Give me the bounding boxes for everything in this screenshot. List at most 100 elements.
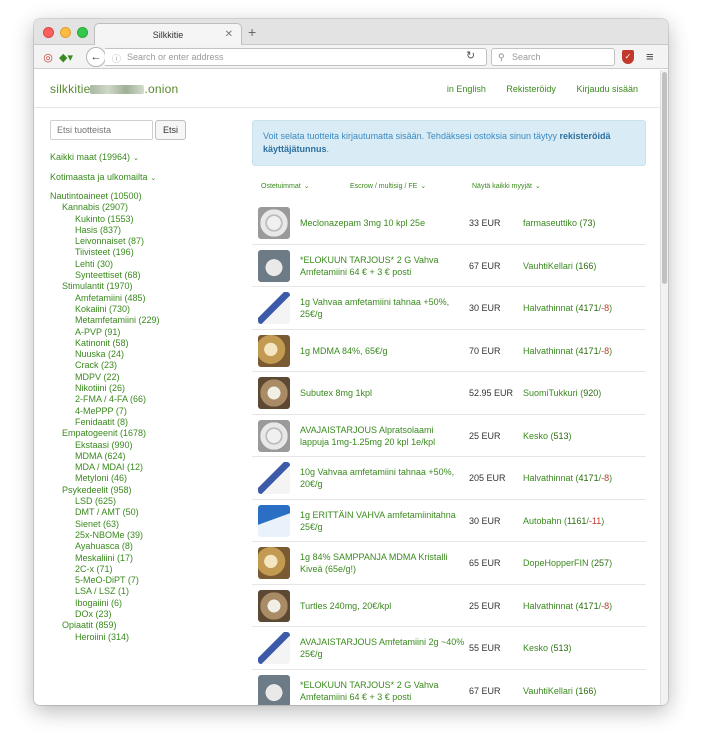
product-thumbnail[interactable] xyxy=(258,249,290,282)
category-item[interactable]: Ayahuasca (8) xyxy=(50,541,240,552)
category-item[interactable]: Crack (23) xyxy=(50,360,240,371)
product-title-link[interactable]: 1g Vahvaa amfetamiini tahnaa +50%, 25€/g xyxy=(300,287,465,329)
hamburger-menu-icon[interactable]: ≡ xyxy=(646,49,654,64)
category-item[interactable]: Fenidaatit (8) xyxy=(50,417,240,428)
category-item[interactable]: Nautintoaineet (10500) xyxy=(50,191,240,202)
category-item[interactable]: Heroiini (314) xyxy=(50,632,240,643)
sort-escrow[interactable]: Escrow / multisig / FE ⌄ xyxy=(347,180,426,190)
seller-link[interactable]: VauhtiKellari (166) xyxy=(523,245,596,287)
category-item[interactable]: DMT / AMT (50) xyxy=(50,507,240,518)
sort-sellers[interactable]: Näytä kaikki myyjät ⌄ xyxy=(469,180,541,190)
close-window-button[interactable] xyxy=(43,27,54,38)
seller-link[interactable]: Halvathinnat (4171 / -8) xyxy=(523,287,612,329)
category-item[interactable]: Kukinto (1553) xyxy=(50,214,240,225)
link-register[interactable]: Rekisteröidy xyxy=(506,84,556,94)
seller-link[interactable]: VauhtiKellari (166) xyxy=(523,670,596,706)
product-title-link[interactable]: AVAJAISTARJOUS Amfetamiini 2g ~40% 25€/g xyxy=(300,627,465,669)
category-item[interactable]: 2-FMA / 4-FA (66) xyxy=(50,394,240,405)
product-thumbnail[interactable] xyxy=(258,674,290,705)
category-item[interactable]: Ekstaasi (990) xyxy=(50,440,240,451)
category-item[interactable]: Kokaiini (730) xyxy=(50,304,240,315)
seller-link[interactable]: SuomiTukkuri (920) xyxy=(523,372,601,414)
seller-link[interactable]: farmaseuttiko (73) xyxy=(523,202,596,244)
category-item[interactable]: MDPV (22) xyxy=(50,372,240,383)
info-icon[interactable]: ⓘ xyxy=(112,51,121,67)
product-search-input[interactable] xyxy=(50,120,153,140)
product-title-link[interactable]: 1g MDMA 84%, 65€/g xyxy=(300,330,465,372)
category-item[interactable]: Hasis (837) xyxy=(50,225,240,236)
product-thumbnail[interactable] xyxy=(258,292,290,324)
category-item[interactable]: A-PVP (91) xyxy=(50,327,240,338)
category-item[interactable]: Amfetamiini (485) xyxy=(50,293,240,304)
zoom-window-button[interactable] xyxy=(77,27,88,38)
seller-link[interactable]: Halvathinnat (4171 / -8) xyxy=(523,585,612,627)
category-item[interactable]: Kannabis (2907) xyxy=(50,202,240,213)
category-item[interactable]: Nikotiini (26) xyxy=(50,383,240,394)
product-thumbnail[interactable] xyxy=(258,334,290,367)
product-title-link[interactable]: *ELOKUUN TARJOUS* 2 G Vahva Amfetamiini … xyxy=(300,245,465,287)
seller-link[interactable]: Kesko (513) xyxy=(523,415,572,457)
product-title-link[interactable]: 10g Vahvaa amfetamiini tahnaa +50%, 20€/… xyxy=(300,457,465,499)
category-item[interactable]: Leivonnaiset (87) xyxy=(50,236,240,247)
back-arrow-icon[interactable]: ← xyxy=(86,47,106,67)
tab-close-icon[interactable]: ✕ xyxy=(225,29,233,40)
product-thumbnail[interactable] xyxy=(258,504,290,537)
product-thumbnail[interactable] xyxy=(258,377,290,409)
category-item[interactable]: Nuuska (24) xyxy=(50,349,240,360)
product-title-link[interactable]: Turtles 240mg, 20€/kpl xyxy=(300,585,465,627)
origin-filter[interactable]: Kotimaasta ja ulkomailta ⌄ xyxy=(50,172,240,183)
category-item[interactable]: Stimulantit (1970) xyxy=(50,281,240,292)
category-item[interactable]: Katinonit (58) xyxy=(50,338,240,349)
category-item[interactable]: Meskaliini (17) xyxy=(50,553,240,564)
product-title-link[interactable]: AVAJAISTARJOUS Alpratsolaami lappuja 1mg… xyxy=(300,415,465,457)
product-thumbnail[interactable] xyxy=(258,207,290,239)
category-item[interactable]: Metamfetamiini (229) xyxy=(50,315,240,326)
category-item[interactable]: MDMA (624) xyxy=(50,451,240,462)
country-filter[interactable]: Kaikki maat (19964) ⌄ xyxy=(50,152,240,163)
torbutton-icon[interactable]: ◆▾ xyxy=(58,49,74,65)
category-item[interactable]: Tiivisteet (196) xyxy=(50,247,240,258)
sort-bestsellers[interactable]: Ostetuimmat ⌄ xyxy=(258,180,310,190)
link-login[interactable]: Kirjaudu sisään xyxy=(576,84,638,94)
site-logo[interactable]: silkkitie .onion xyxy=(50,82,178,96)
category-item[interactable]: MDA / MDAI (12) xyxy=(50,462,240,473)
link-english[interactable]: in English xyxy=(447,84,486,94)
category-item[interactable]: Synteettiset (68) xyxy=(50,270,240,281)
search-bar[interactable]: ⚲ Search xyxy=(491,48,615,66)
seller-link[interactable]: Halvathinnat (4171 / -8) xyxy=(523,330,612,372)
scrollbar-thumb[interactable] xyxy=(662,72,667,284)
category-item[interactable]: Psykedeelit (958) xyxy=(50,485,240,496)
seller-link[interactable]: Halvathinnat (4171 / -8) xyxy=(523,457,612,499)
category-item[interactable]: 25x-NBOMe (39) xyxy=(50,530,240,541)
product-thumbnail[interactable] xyxy=(258,589,290,622)
seller-link[interactable]: DopeHopperFIN (257) xyxy=(523,542,612,584)
product-thumbnail[interactable] xyxy=(258,419,290,452)
minimize-window-button[interactable] xyxy=(60,27,71,38)
category-item[interactable]: Empatogeenit (1678) xyxy=(50,428,240,439)
product-title-link[interactable]: Subutex 8mg 1kpl xyxy=(300,372,465,414)
category-item[interactable]: 2C-x (71) xyxy=(50,564,240,575)
category-item[interactable]: 5-MeO-DiPT (7) xyxy=(50,575,240,586)
browser-tab[interactable]: Silkkitie ✕ xyxy=(94,23,242,45)
product-thumbnail[interactable] xyxy=(258,462,290,494)
product-thumbnail[interactable] xyxy=(258,547,290,579)
noscript-shield-icon[interactable]: ✓ xyxy=(622,50,634,64)
new-tab-icon[interactable]: + xyxy=(248,24,256,40)
reload-icon[interactable]: ↻ xyxy=(466,49,475,62)
product-title-link[interactable]: 1g 84% SAMPPANJA MDMA Kristalli Kiveä (6… xyxy=(300,542,465,584)
product-title-link[interactable]: *ELOKUUN TARJOUS* 2 G Vahva Amfetamiini … xyxy=(300,670,465,706)
category-item[interactable]: Sienet (63) xyxy=(50,519,240,530)
search-button[interactable]: Etsi xyxy=(155,120,186,140)
scrollbar[interactable] xyxy=(660,70,668,705)
category-item[interactable]: Metyloni (46) xyxy=(50,473,240,484)
product-title-link[interactable]: Meclonazepam 3mg 10 kpl 25e xyxy=(300,202,465,244)
url-bar[interactable]: ⓘ Search or enter address xyxy=(105,48,487,66)
category-item[interactable]: Ibogaiini (6) xyxy=(50,598,240,609)
seller-link[interactable]: Autobahn (1161 / -11) xyxy=(523,500,604,542)
category-item[interactable]: 4-MePPP (7) xyxy=(50,406,240,417)
seller-link[interactable]: Kesko (513) xyxy=(523,627,572,669)
category-item[interactable]: LSD (625) xyxy=(50,496,240,507)
category-item[interactable]: Opiaatit (859) xyxy=(50,620,240,631)
category-item[interactable]: LSA / LSZ (1) xyxy=(50,586,240,597)
category-item[interactable]: DOx (23) xyxy=(50,609,240,620)
